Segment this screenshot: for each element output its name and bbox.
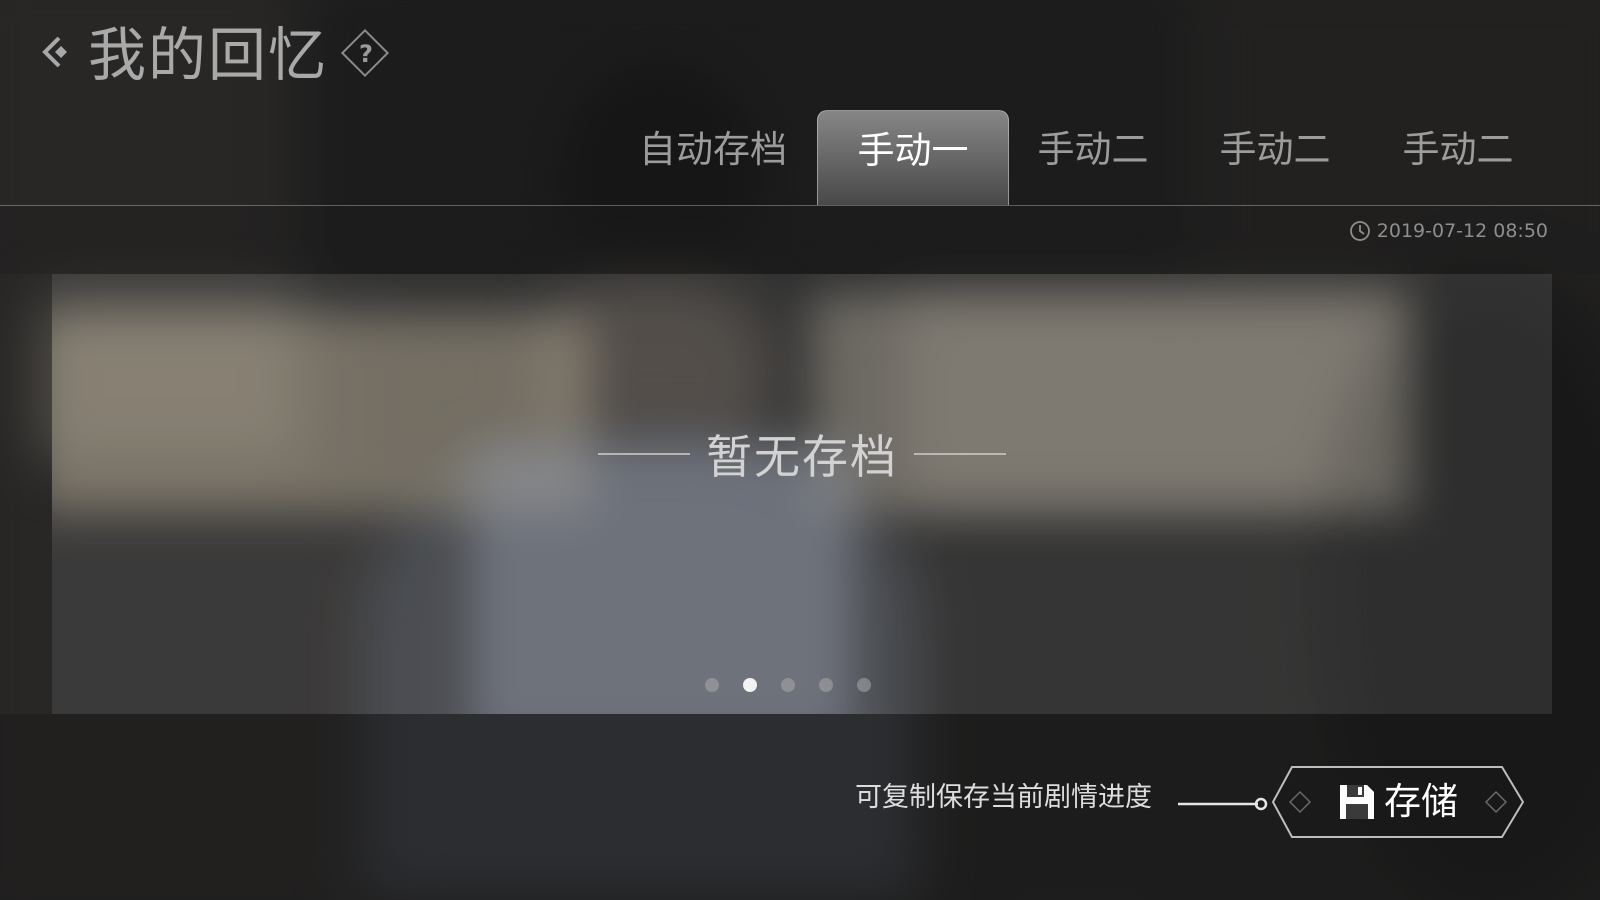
page-dot-5[interactable] xyxy=(857,678,871,692)
back-button[interactable] xyxy=(36,34,72,70)
page-dot-1[interactable] xyxy=(705,678,719,692)
page-indicator xyxy=(52,678,1538,692)
divider-right xyxy=(914,453,1006,455)
empty-slot-message: 暂无存档 xyxy=(52,424,1552,484)
tab-manual-1[interactable]: 手动一 xyxy=(817,110,1009,205)
save-hint: 可复制保存当前剧情进度 xyxy=(855,782,1152,813)
save-timestamp: 2019-07-12 08:50 xyxy=(1349,216,1548,246)
save-button-label: 存储 xyxy=(1384,780,1458,823)
help-button[interactable]: ? xyxy=(340,28,392,80)
save-button[interactable]: 存储 xyxy=(1272,766,1524,838)
tab-manual-4[interactable]: 手动二 xyxy=(1383,110,1533,204)
tab-auto-save[interactable]: 自动存档 xyxy=(628,110,798,204)
clock-icon xyxy=(1349,221,1370,241)
page-dot-3[interactable] xyxy=(781,678,795,692)
floppy-disk-icon xyxy=(1340,785,1374,819)
help-label: ? xyxy=(359,40,373,68)
tab-manual-3[interactable]: 手动二 xyxy=(1200,110,1350,204)
empty-slot-text: 暂无存档 xyxy=(706,430,898,484)
page-dot-4[interactable] xyxy=(819,678,833,692)
chevron-left-icon xyxy=(42,36,67,68)
page-title: 我的回忆 xyxy=(88,21,329,89)
timestamp-text: 2019-07-12 08:50 xyxy=(1376,220,1548,242)
connector-line xyxy=(1178,797,1268,811)
save-slot-preview[interactable]: 暂无存档 xyxy=(52,274,1552,714)
tab-manual-2[interactable]: 手动二 xyxy=(1018,110,1168,204)
slot-tabs: 自动存档 手动一 手动二 手动二 手动二 xyxy=(0,110,1600,206)
page-dot-2[interactable] xyxy=(743,678,757,692)
divider-left xyxy=(598,453,690,455)
